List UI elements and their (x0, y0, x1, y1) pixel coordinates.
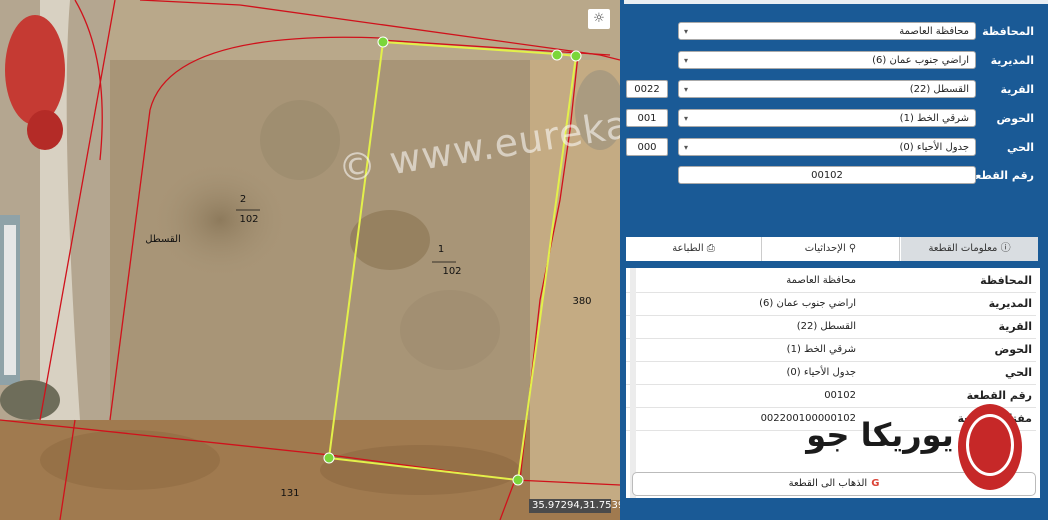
field-basin: الحوض شرقي الخط (1) ▾ 001 (620, 109, 1048, 129)
field-label: الحي (1007, 141, 1034, 154)
list-item: الحوض شرقي الخط (1) (626, 339, 1036, 362)
info-value: اراضي جنوب عمان (6) (759, 298, 856, 309)
info-value: محافظة العاصمة (786, 275, 856, 286)
info-value: 00102 (824, 390, 856, 401)
list-item: الحي جدول الأحياء (0) (626, 362, 1036, 385)
field-parcel-number: رقم القطعة 00102 (620, 166, 1048, 186)
coordinates-readout: 35.97294,31.75391 (529, 499, 620, 513)
panel-tabs: ⓘ معلومات القطعة ⚲ الإحداثيات ⎙ الطباعة (626, 237, 1038, 261)
district-code-input[interactable]: 000 (626, 138, 668, 156)
info-value: شرقي الخط (1) (786, 344, 856, 355)
tab-label: معلومات القطعة (928, 243, 998, 254)
field-directorate: المديرية اراضي جنوب عمان (6) ▾ (620, 51, 1048, 71)
select-value: القسطل (22) (909, 84, 969, 95)
governorate-select[interactable]: محافظة العاصمة ▾ (678, 22, 976, 40)
list-item: المحافظة محافظة العاصمة (626, 270, 1036, 293)
select-value: شرقي الخط (1) (899, 113, 969, 124)
tab-coordinates[interactable]: ⚲ الإحداثيات (761, 237, 900, 261)
chevron-down-icon: ▾ (684, 56, 689, 65)
parcel-main-denom: 102 (442, 266, 461, 277)
parcel-right-label: 380 (572, 296, 591, 307)
info-key: رقم القطعة (966, 389, 1032, 402)
pin-icon: ⚲ (845, 243, 857, 254)
info-value: القسطل (22) (796, 321, 856, 332)
info-key: الحوض (994, 343, 1032, 356)
basin-code-input[interactable]: 001 (626, 109, 668, 127)
village-select[interactable]: القسطل (22) ▾ (678, 80, 976, 98)
place-label: القسطل (145, 234, 181, 245)
field-village: القرية القسطل (22) ▾ 0022 (620, 80, 1048, 100)
scrollbar[interactable] (630, 268, 636, 498)
brand-logo: يوريكا جو (800, 404, 1040, 504)
info-key: الحي (1005, 366, 1032, 379)
parcel-left-denom: 102 (239, 214, 258, 225)
field-label: القرية (1000, 83, 1034, 96)
info-key: القرية (998, 320, 1032, 333)
select-value: محافظة العاصمة (899, 26, 969, 37)
village-code-input[interactable]: 0022 (626, 80, 668, 98)
basin-select[interactable]: شرقي الخط (1) ▾ (678, 109, 976, 127)
list-item: المديرية اراضي جنوب عمان (6) (626, 293, 1036, 316)
info-key: المحافظة (980, 274, 1032, 287)
parcel-main-number: 1 (438, 244, 444, 255)
field-label: المديرية (990, 54, 1034, 67)
logo-text: يوريكا جو (806, 416, 954, 454)
map-canvas[interactable]: 1 102 2 102 380 131 القسطل (0, 0, 620, 520)
logo-badge-icon (958, 404, 1022, 490)
vertex-marker (377, 36, 389, 48)
select-value: جدول الأحياء (0) (899, 142, 970, 153)
info-icon: ⓘ (997, 243, 1011, 254)
list-item: القرية القسطل (22) (626, 316, 1036, 339)
tab-print[interactable]: ⎙ الطباعة (625, 237, 762, 261)
chevron-down-icon: ▾ (684, 27, 689, 36)
parcel-bottom-label: 131 (280, 488, 299, 499)
field-label: رقم القطعة (968, 169, 1034, 182)
chevron-down-icon: ▾ (684, 85, 689, 94)
tab-label: الطباعة (672, 243, 704, 254)
parcel-number-input[interactable]: 00102 (678, 166, 976, 184)
select-value: اراضي جنوب عمان (6) (872, 55, 969, 66)
tab-label: الإحداثيات (804, 243, 846, 254)
info-key: المديرية (988, 297, 1032, 310)
vertex-marker (323, 452, 335, 464)
info-value: جدول الأحياء (0) (786, 367, 857, 378)
field-district: الحي جدول الأحياء (0) ▾ 000 (620, 138, 1048, 158)
parcel-left-number: 2 (240, 194, 246, 205)
field-label: الحوض (996, 112, 1034, 125)
printer-icon: ⎙ (703, 243, 715, 254)
map-view[interactable]: 1 102 2 102 380 131 القسطل © www.eurekaj… (0, 0, 620, 520)
chevron-down-icon: ▾ (684, 143, 689, 152)
panel-top-divider (624, 0, 1048, 4)
sun-icon[interactable]: ☼ (588, 9, 610, 29)
district-select[interactable]: جدول الأحياء (0) ▾ (678, 138, 976, 156)
tab-parcel-info[interactable]: ⓘ معلومات القطعة (901, 237, 1038, 261)
vertex-marker (570, 50, 582, 62)
directorate-select[interactable]: اراضي جنوب عمان (6) ▾ (678, 51, 976, 69)
vertex-marker (512, 474, 524, 486)
vertex-marker (551, 49, 563, 61)
chevron-down-icon: ▾ (684, 114, 689, 123)
field-governorate: المحافظة محافظة العاصمة ▾ (620, 22, 1048, 42)
field-label: المحافظة (982, 25, 1034, 38)
